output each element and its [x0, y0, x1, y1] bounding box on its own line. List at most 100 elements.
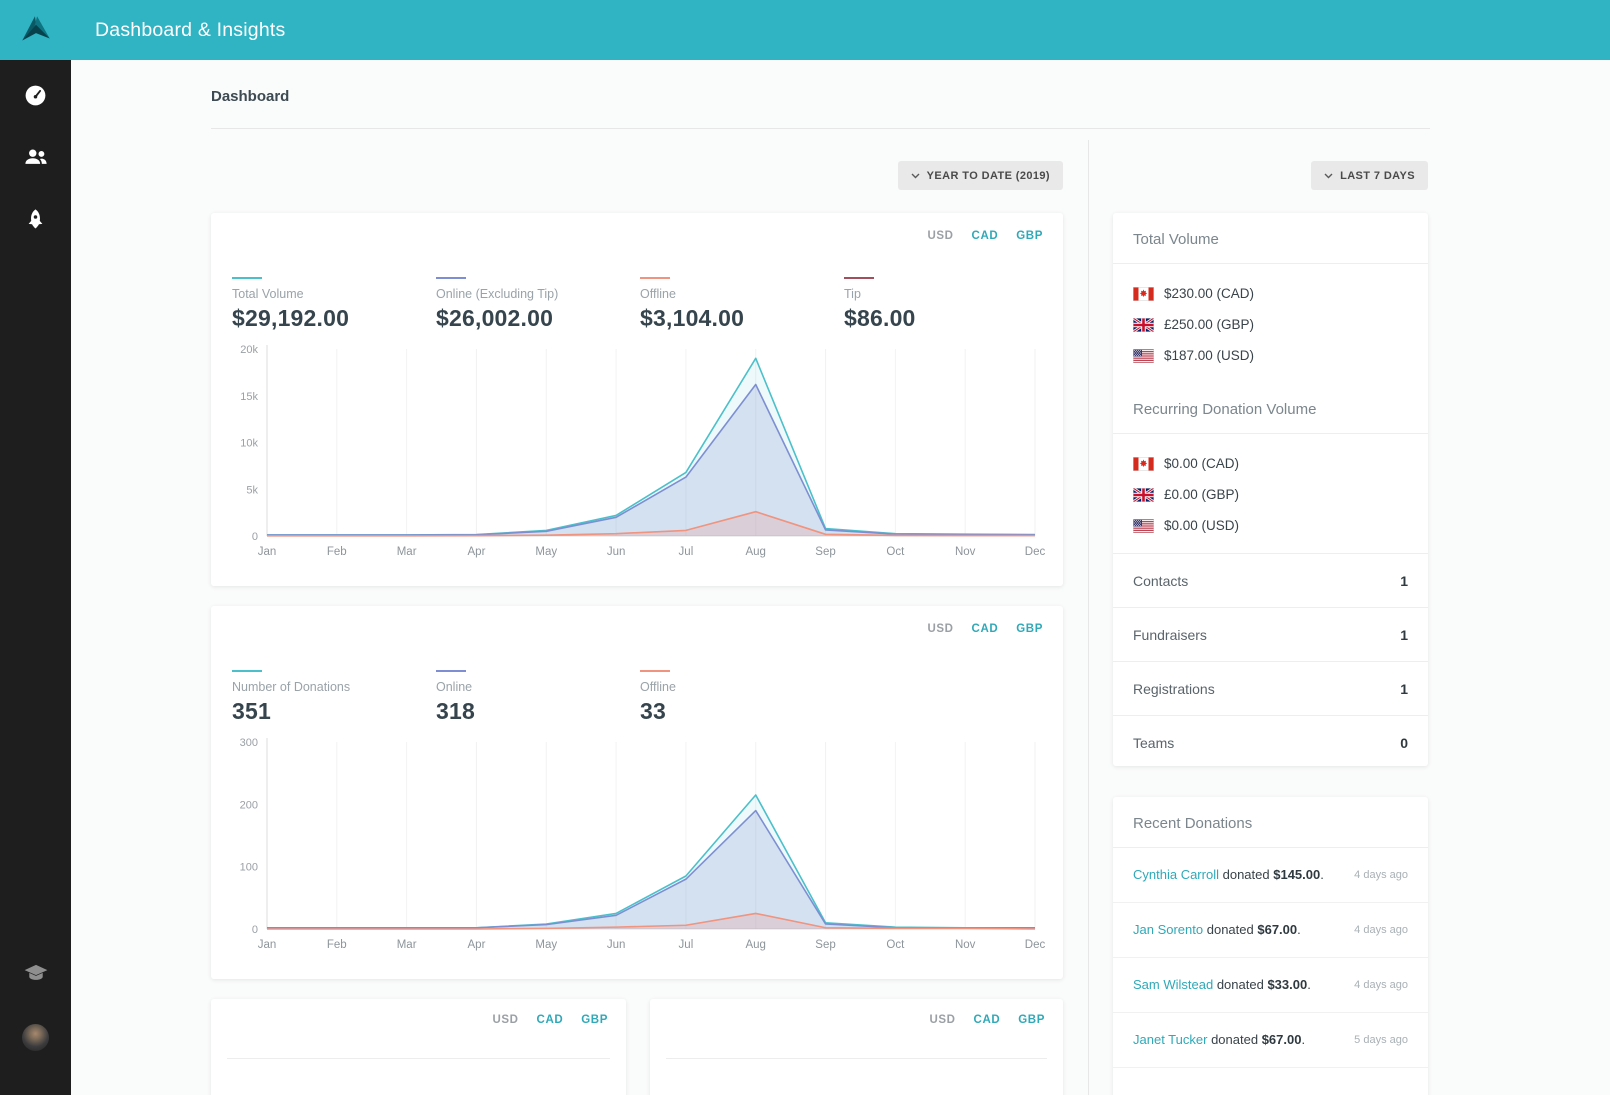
currency-tabs: USD CAD GBP — [927, 623, 1043, 635]
currency-tab-cad[interactable]: CAD — [972, 623, 999, 635]
stat-color-tick — [436, 277, 466, 279]
recurring-volume-rows: $0.00 (CAD) £0.00 (GBP) $0.00 (USD) — [1113, 434, 1428, 553]
currency-tab-usd[interactable]: USD — [492, 1014, 518, 1026]
registrations-row[interactable]: Registrations 1 — [1113, 661, 1428, 715]
us-flag-icon — [1133, 518, 1154, 533]
currency-tab-cad[interactable]: CAD — [537, 1014, 564, 1026]
donation-row: Jan Sorento donated $67.00. 4 days ago — [1113, 903, 1428, 958]
svg-text:Jul: Jul — [679, 546, 694, 558]
stat-offline: Offline $3,104.00 — [640, 277, 844, 332]
date-range-label: YEAR TO DATE (2019) — [926, 169, 1050, 182]
nav-campaigns[interactable] — [0, 188, 71, 250]
summary-card: Total Volume $230.00 (CAD) £250.00 (GBP)… — [1113, 213, 1428, 766]
nav-dashboard[interactable] — [0, 64, 71, 126]
header-title: Dashboard & Insights — [95, 18, 286, 41]
donations-chart-card: USD CAD GBP Number of Donations 351 Onli… — [211, 606, 1063, 979]
canada-flag-icon — [1133, 286, 1154, 301]
svg-text:0: 0 — [252, 924, 258, 936]
chevron-down-icon — [911, 173, 920, 178]
svg-text:5k: 5k — [246, 484, 258, 496]
top-header: Dashboard & Insights — [71, 0, 1610, 60]
nav-education[interactable] — [0, 947, 71, 999]
svg-text:Mar: Mar — [397, 939, 417, 951]
currency-tab-gbp[interactable]: GBP — [1018, 1014, 1045, 1026]
currency-tabs: USD CAD GBP — [492, 1014, 608, 1026]
donation-time: 4 days ago — [1354, 979, 1408, 991]
donation-row: Sam Wilstead donated $33.00. 4 days ago — [1113, 958, 1428, 1013]
currency-tab-gbp[interactable]: GBP — [1016, 623, 1043, 635]
donor-link[interactable]: Jan Sorento — [1133, 922, 1203, 937]
volume-chart-card: USD CAD GBP Total Volume $29,192.00 Onli… — [211, 213, 1063, 586]
donor-link[interactable]: Janet Tucker — [1133, 1032, 1207, 1047]
donation-row: Cynthia Carroll donated $145.00. 4 days … — [1113, 848, 1428, 903]
recurring-row-gbp: £0.00 (GBP) — [1133, 479, 1408, 510]
total-volume-header: Total Volume — [1113, 213, 1428, 264]
user-avatar[interactable] — [22, 1024, 49, 1051]
date-range-filter-side[interactable]: LAST 7 DAYS — [1311, 161, 1428, 190]
bottom-left-card: USD CAD GBP — [211, 999, 626, 1095]
graduation-cap-icon — [24, 964, 47, 980]
recurring-row-usd: $0.00 (USD) — [1133, 510, 1408, 541]
fundraisers-row[interactable]: Fundraisers 1 — [1113, 607, 1428, 661]
svg-text:Jan: Jan — [258, 546, 277, 558]
recent-donations-header: Recent Donations — [1113, 797, 1428, 848]
recurring-volume-header: Recurring Donation Volume — [1113, 383, 1428, 434]
currency-tab-gbp[interactable]: GBP — [1016, 230, 1043, 242]
svg-text:Mar: Mar — [397, 546, 417, 558]
stat-color-tick — [232, 670, 262, 672]
card-divider — [666, 1058, 1047, 1059]
stat-color-tick — [640, 277, 670, 279]
svg-text:200: 200 — [240, 799, 258, 811]
currency-tab-usd[interactable]: USD — [927, 230, 953, 242]
svg-text:10k: 10k — [240, 438, 258, 450]
currency-tab-usd[interactable]: USD — [929, 1014, 955, 1026]
svg-text:0: 0 — [252, 531, 258, 543]
currency-tab-cad[interactable]: CAD — [972, 230, 999, 242]
app-logo[interactable] — [0, 0, 71, 60]
svg-text:Nov: Nov — [955, 939, 976, 951]
svg-text:Nov: Nov — [955, 546, 976, 558]
donor-link[interactable]: Sam Wilstead — [1133, 977, 1213, 992]
app-logo-icon — [21, 16, 50, 41]
donation-text: Jan Sorento donated $67.00. — [1133, 922, 1301, 938]
bottom-right-card: USD CAD GBP — [650, 999, 1063, 1095]
svg-text:Feb: Feb — [327, 546, 347, 558]
donations-area-chart: 0 100 200 300 Jan Feb Mar Apr May Jun Jul Aug Sep Oct… — [221, 732, 1051, 957]
date-range-filter-main[interactable]: YEAR TO DATE (2019) — [897, 161, 1063, 190]
currency-tab-usd[interactable]: USD — [927, 623, 953, 635]
us-flag-icon — [1133, 348, 1154, 363]
stat-online: Online 318 — [436, 670, 640, 725]
stat-number-of-donations: Number of Donations 351 — [232, 670, 436, 725]
nav-contacts[interactable] — [0, 126, 71, 188]
svg-text:Aug: Aug — [745, 939, 765, 951]
stat-offline: Offline 33 — [640, 670, 844, 725]
page-divider — [211, 128, 1430, 129]
uk-flag-icon — [1133, 317, 1154, 332]
donation-time: 4 days ago — [1354, 924, 1408, 936]
svg-text:Feb: Feb — [327, 939, 347, 951]
svg-text:Oct: Oct — [886, 546, 905, 558]
svg-text:Jun: Jun — [607, 939, 626, 951]
svg-text:Jul: Jul — [679, 939, 694, 951]
stat-color-tick — [232, 277, 262, 279]
sidebar-nav — [0, 64, 71, 250]
contacts-row[interactable]: Contacts 1 — [1113, 553, 1428, 607]
svg-text:Jun: Jun — [607, 546, 626, 558]
svg-text:100: 100 — [240, 862, 258, 874]
currency-tab-cad[interactable]: CAD — [974, 1014, 1001, 1026]
column-separator — [1088, 140, 1089, 1095]
donation-stats: Number of Donations 351 Online 318 Offli… — [232, 670, 844, 725]
recent-donations-card: Recent Donations Cynthia Carroll donated… — [1113, 797, 1428, 1095]
volume-row-gbp: £250.00 (GBP) — [1133, 309, 1408, 340]
teams-row[interactable]: Teams 0 — [1113, 715, 1428, 769]
volume-row-cad: $230.00 (CAD) — [1133, 278, 1408, 309]
currency-tab-gbp[interactable]: GBP — [581, 1014, 608, 1026]
donor-link[interactable]: Cynthia Carroll — [1133, 867, 1219, 882]
stat-color-tick — [640, 670, 670, 672]
chevron-down-icon — [1324, 173, 1333, 178]
svg-text:Dec: Dec — [1025, 546, 1046, 558]
stat-online-excl-tip: Online (Excluding Tip) $26,002.00 — [436, 277, 640, 332]
svg-text:Apr: Apr — [468, 546, 486, 558]
svg-text:15k: 15k — [240, 391, 258, 403]
svg-text:300: 300 — [240, 737, 258, 749]
